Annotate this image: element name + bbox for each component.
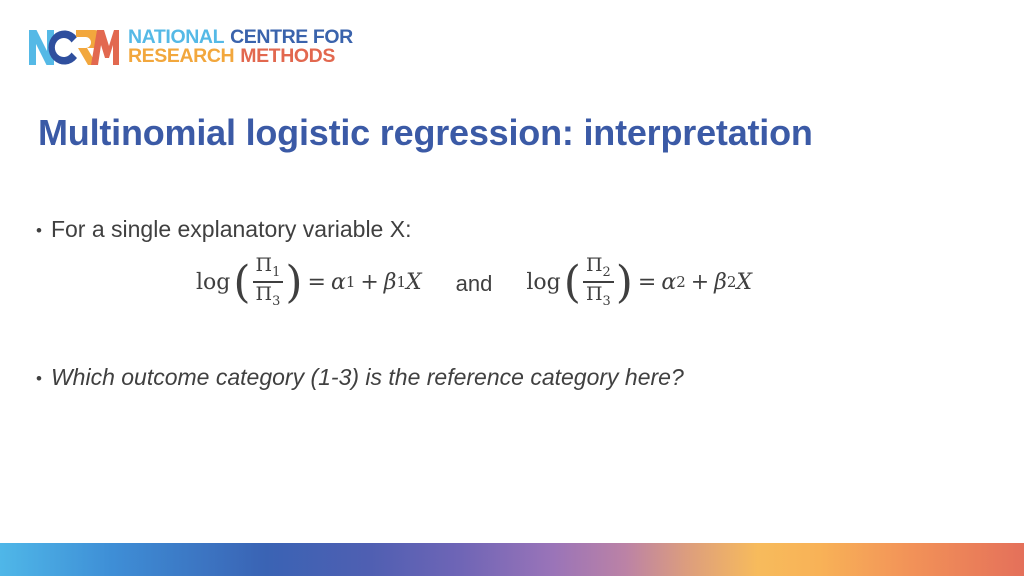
equation-left-log: log xyxy=(196,269,231,295)
equation-left-variable: X xyxy=(406,269,422,295)
pi-symbol: Π xyxy=(585,283,603,306)
equation-right-plus: + xyxy=(690,269,710,295)
logo-divider xyxy=(121,30,124,64)
equation-right-variable: X xyxy=(736,269,753,295)
ncrm-logo: NATIONAL CENTRE FOR RESEARCH METHODS xyxy=(27,26,353,68)
equation-conjunction: and xyxy=(455,271,493,296)
bullet-marker-icon: • xyxy=(36,221,42,240)
equation-row: log ( Π1 Π3 ) = α1 + β1X and log ( Π2 Π3… xyxy=(196,255,752,308)
denominator-subscript: 3 xyxy=(272,293,281,309)
equation-right-log: log xyxy=(526,269,561,295)
equation-left-beta-subscript: 1 xyxy=(396,273,406,291)
equation-right-denominator: Π3 xyxy=(583,284,614,308)
footer-gradient-band xyxy=(0,543,1024,576)
bullet-text-2: Which outcome category (1-3) is the refe… xyxy=(50,364,684,390)
equation-right-beta-subscript: 2 xyxy=(726,273,737,291)
bullet-text-1: For a single explanatory variable X: xyxy=(50,216,412,242)
equation-right-close-paren: ) xyxy=(615,257,633,309)
equation-left-alpha-subscript: 1 xyxy=(345,273,356,291)
equation-left-fraction: Π1 Π3 xyxy=(252,255,284,308)
slide-title: Multinomial logistic regression: interpr… xyxy=(38,112,813,153)
equation-right-equals: = xyxy=(637,269,657,295)
pi-symbol: Π xyxy=(585,254,603,277)
equation-left-equals: = xyxy=(307,269,326,295)
ncrm-monogram-icon xyxy=(29,30,119,65)
numerator-subscript: 1 xyxy=(272,265,281,281)
equation-right-numerator: Π2 xyxy=(583,255,614,279)
denominator-subscript: 3 xyxy=(602,293,611,309)
equation-right-alpha: α xyxy=(661,269,677,295)
bullet-item-2: • Which outcome category (1-3) is the re… xyxy=(36,364,684,391)
slide: NATIONAL CENTRE FOR RESEARCH METHODS Mul… xyxy=(0,0,1024,576)
logo-word-methods: METHODS xyxy=(240,45,335,67)
logo-wordmark: NATIONAL CENTRE FOR RESEARCH METHODS xyxy=(128,27,353,67)
equation-left-alpha: α xyxy=(330,269,346,295)
equation-left-numerator: Π1 xyxy=(253,255,284,279)
pi-symbol: Π xyxy=(255,283,273,306)
equation-right-alpha-subscript: 2 xyxy=(676,273,686,291)
equation-left-denominator: Π3 xyxy=(253,284,284,308)
bullet-marker-icon: • xyxy=(36,369,42,388)
pi-symbol: Π xyxy=(255,254,273,277)
equation-left-open-paren: ( xyxy=(233,257,251,309)
equation-right-beta: β xyxy=(714,269,727,295)
equation-left-beta: β xyxy=(383,269,397,295)
equation-left-plus: + xyxy=(360,269,379,295)
equation-right-fraction: Π2 Π3 xyxy=(582,255,614,308)
logo-line-two: RESEARCH METHODS xyxy=(128,45,353,67)
logo-word-research: RESEARCH xyxy=(128,45,235,67)
equation-right: log ( Π2 Π3 ) = α2 + β2X xyxy=(526,255,752,308)
bullet-item-1: • For a single explanatory variable X: xyxy=(36,216,411,243)
numerator-subscript: 2 xyxy=(602,265,611,281)
equation-right-open-paren: ( xyxy=(563,257,581,309)
equation-left: log ( Π1 Π3 ) = α1 + β1X xyxy=(196,255,422,308)
equation-left-close-paren: ) xyxy=(285,257,303,309)
